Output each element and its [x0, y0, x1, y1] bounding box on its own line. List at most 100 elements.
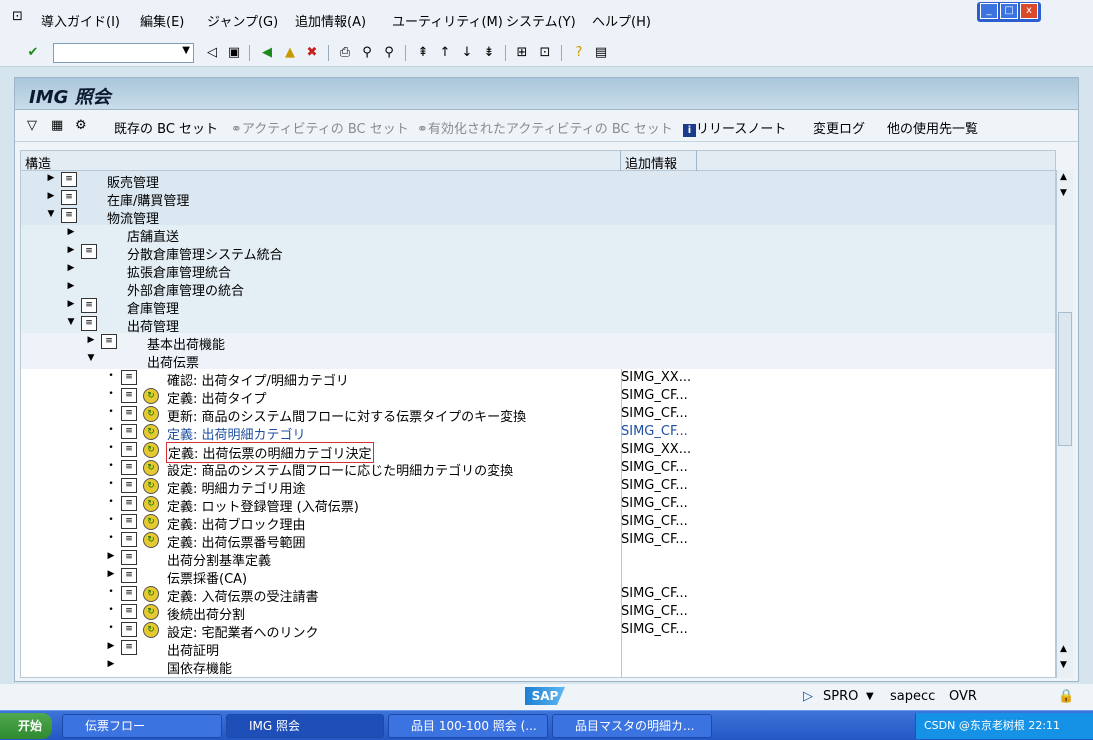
tree-row[interactable]: • ≡ ↻ 設定: 宅配業者へのリンク SIMG_CF...	[21, 621, 1055, 641]
document-icon[interactable]: ≡	[61, 190, 77, 205]
column-header-additional-info[interactable]: 追加情報	[625, 153, 677, 172]
taskbar-item-material-display[interactable]: 品目 100-100 照会 (...	[388, 714, 548, 738]
tree-row[interactable]: • ≡ 確認: 出荷タイプ/明細カテゴリ SIMG_XX...	[21, 369, 1055, 389]
expand-arrow-icon[interactable]: ▶	[66, 263, 76, 273]
document-icon[interactable]: ≡	[121, 406, 137, 421]
execute-clock-icon[interactable]: ↻	[143, 496, 159, 512]
document-icon[interactable]: ≡	[61, 208, 77, 223]
cancel-icon[interactable]: ✖	[303, 44, 321, 62]
execute-clock-icon[interactable]: ↻	[143, 442, 159, 458]
collapse-arrow-icon[interactable]: ▼	[86, 353, 96, 363]
taskbar-item-document-flow[interactable]: 伝票フロー	[62, 714, 222, 738]
start-button[interactable]: 开始	[0, 713, 52, 739]
column-header-structure[interactable]: 構造	[25, 153, 51, 172]
settings-icon[interactable]: ⚙	[75, 118, 87, 133]
document-icon[interactable]: ≡	[81, 244, 97, 259]
expand-arrow-icon[interactable]: ▶	[66, 245, 76, 255]
exit-icon[interactable]: ▲	[281, 44, 299, 62]
document-icon[interactable]: ≡	[121, 640, 137, 655]
first-page-icon[interactable]: ⇞	[414, 44, 432, 62]
document-icon[interactable]: ≡	[121, 622, 137, 637]
expand-arrow-icon[interactable]: ▶	[106, 569, 116, 579]
tree-row[interactable]: • ≡ ↻ 更新: 商品のシステム間フローに対する伝票タイプのキー変換 SIMG_CF.…	[21, 405, 1055, 425]
print-icon[interactable]: ⎙	[336, 44, 354, 62]
minimize-button[interactable]: _	[980, 3, 998, 19]
execute-clock-icon[interactable]: ↻	[143, 604, 159, 620]
tree-row[interactable]: ▶ ≡ 基本出荷機能	[21, 333, 1055, 353]
expand-arrow-icon[interactable]: ▶	[106, 659, 116, 669]
tree-row[interactable]: ▶ 国依存機能	[21, 657, 1055, 677]
expand-arrow-icon[interactable]: ▶	[106, 551, 116, 561]
document-icon[interactable]: ≡	[61, 172, 77, 187]
back-arrow-icon[interactable]: ◁	[203, 44, 221, 62]
expand-arrow-icon[interactable]: ▶	[66, 227, 76, 237]
help-icon[interactable]: ?	[570, 44, 588, 62]
restore-button[interactable]: □	[1000, 3, 1018, 19]
expand-arrow-icon[interactable]: ▶	[106, 641, 116, 651]
document-icon[interactable]: ≡	[121, 586, 137, 601]
document-icon[interactable]: ≡	[121, 568, 137, 583]
document-icon[interactable]: ≡	[81, 298, 97, 313]
save-icon[interactable]: ▣	[225, 44, 243, 62]
expand-arrow-icon[interactable]: ▶	[46, 173, 56, 183]
insert-mode[interactable]: OVR	[949, 689, 977, 704]
existing-bc-set-button[interactable]: 既存の BC セット	[114, 118, 218, 137]
tree-row[interactable]: • ≡ ↻ 後続出荷分割 SIMG_CF...	[21, 603, 1055, 623]
collapse-arrow-icon[interactable]: ▼	[46, 209, 56, 219]
document-icon[interactable]: ≡	[121, 604, 137, 619]
tree-row[interactable]: ▶ ≡ 出荷証明	[21, 639, 1055, 659]
tree-row-selected[interactable]: • ≡ ↻ 定義: 出荷伝票の明細カテゴリ決定 SIMG_XX...	[21, 441, 1055, 463]
shortcut-icon[interactable]: ⊡	[536, 44, 554, 62]
tree-row[interactable]: ▶ ≡ 出荷分割基準定義	[21, 549, 1055, 569]
scroll-down-icon[interactable]: ▼	[1060, 660, 1067, 670]
activity-bc-set-button[interactable]: ⚭アクティビティの BC セット	[231, 118, 409, 137]
menu-item-edit[interactable]: 編集(E)	[140, 11, 184, 30]
previous-page-icon[interactable]: ↑	[436, 44, 454, 62]
tree-row[interactable]: • ≡ ↻ 設定: 商品のシステム間フローに応じた明細カテゴリの変換 SIMG_CF..…	[21, 459, 1055, 479]
menu-item-guide[interactable]: 導入ガイド(I)	[41, 11, 120, 30]
activated-activity-bc-set-button[interactable]: ⚭有効化されたアクティビティの BC セット	[417, 118, 673, 137]
enter-icon[interactable]: ✔	[24, 44, 42, 62]
document-icon[interactable]: ≡	[121, 460, 137, 475]
release-notes-button[interactable]: i リリースノート	[683, 118, 786, 137]
taskbar-item-material-master[interactable]: 品目マスタの明細カ...	[552, 714, 712, 738]
scroll-up-icon[interactable]: ▼	[1060, 188, 1067, 198]
execute-clock-icon[interactable]: ↻	[143, 478, 159, 494]
document-icon[interactable]: ≡	[121, 550, 137, 565]
new-session-icon[interactable]: ⊞	[513, 44, 531, 62]
vertical-scrollbar[interactable]: ▲ ▼ ▲ ▼	[1056, 170, 1073, 678]
menu-item-extras[interactable]: 追加情報(A)	[295, 11, 366, 30]
execute-clock-icon[interactable]: ↻	[143, 388, 159, 404]
document-icon[interactable]: ≡	[121, 388, 137, 403]
status-expand-icon[interactable]: ▷	[803, 689, 813, 704]
tree-row[interactable]: ▶ 店舗直送	[21, 225, 1055, 245]
tree-row[interactable]: • ≡ ↻ 定義: 明細カテゴリ用途 SIMG_CF...	[21, 477, 1055, 497]
layout-menu-icon[interactable]: ▤	[592, 44, 610, 62]
chevron-down-icon[interactable]: ▼	[866, 691, 874, 702]
expand-icon[interactable]: ▽	[27, 118, 37, 133]
execute-clock-icon[interactable]: ↻	[143, 586, 159, 602]
document-icon[interactable]: ≡	[121, 496, 137, 511]
menu-item-jump[interactable]: ジャンプ(G)	[207, 11, 278, 30]
document-icon[interactable]: ≡	[81, 316, 97, 331]
execute-clock-icon[interactable]: ↻	[143, 406, 159, 422]
change-log-button[interactable]: 変更ログ	[813, 118, 865, 137]
tree-row[interactable]: ▶ 拡張倉庫管理統合	[21, 261, 1055, 281]
scroll-up-icon[interactable]: ▲	[1060, 172, 1067, 182]
chevron-down-icon[interactable]: ▼	[182, 45, 190, 56]
tree-row[interactable]: • ≡ ↻ 定義: 入荷伝票の受注請書 SIMG_CF...	[21, 585, 1055, 605]
tree-row[interactable]: ▼ ≡ 出荷管理	[21, 315, 1055, 335]
tree-row[interactable]: • ≡ ↻ 定義: ロット登録管理 (入荷伝票) SIMG_CF...	[21, 495, 1055, 515]
execute-clock-icon[interactable]: ↻	[143, 532, 159, 548]
scroll-thumb[interactable]	[1058, 312, 1072, 446]
select-icon[interactable]: ▦	[51, 118, 63, 133]
tree-row[interactable]: ▶ ≡ 在庫/購買管理	[21, 189, 1055, 209]
expand-arrow-icon[interactable]: ▶	[66, 281, 76, 291]
document-icon[interactable]: ≡	[121, 442, 137, 457]
tree-row-visited[interactable]: • ≡ ↻ 定義: 出荷明細カテゴリ SIMG_CF...	[21, 423, 1055, 443]
tree-row[interactable]: • ≡ ↻ 定義: 出荷タイプ SIMG_CF...	[21, 387, 1055, 407]
document-icon[interactable]: ≡	[121, 478, 137, 493]
expand-arrow-icon[interactable]: ▶	[66, 299, 76, 309]
menu-system-icon[interactable]: ⊡	[12, 9, 23, 24]
collapse-arrow-icon[interactable]: ▼	[66, 317, 76, 327]
